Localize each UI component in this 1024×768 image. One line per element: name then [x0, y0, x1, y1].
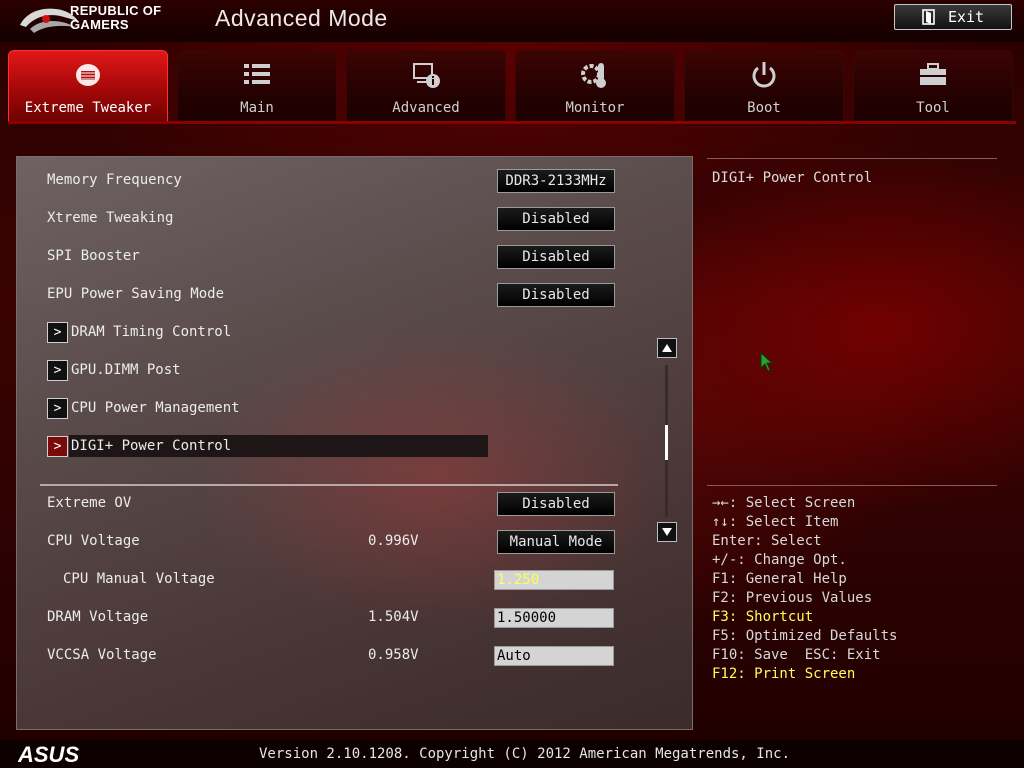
- key-hint-print-screen[interactable]: F12: Print Screen: [712, 665, 897, 684]
- tab-boot[interactable]: Boot: [684, 50, 844, 122]
- setting-label: Extreme OV: [47, 495, 132, 511]
- triangle-down-icon: [662, 528, 672, 536]
- vccsa-voltage-input[interactable]: Auto: [494, 646, 614, 666]
- chevron-right-icon: >: [47, 398, 68, 419]
- power-icon: [752, 62, 776, 88]
- exit-door-icon: [922, 9, 935, 25]
- list-icon: [244, 64, 270, 84]
- submenu-label: CPU Power Management: [71, 400, 240, 416]
- tweaker-icon: [76, 64, 100, 86]
- setting-label: CPU Voltage: [47, 533, 140, 549]
- submenu-label: GPU.DIMM Post: [71, 362, 181, 378]
- spi-booster-select[interactable]: Disabled: [497, 245, 615, 269]
- mouse-cursor-icon: [760, 352, 774, 372]
- chevron-right-icon: >: [47, 322, 68, 343]
- vccsa-voltage-reading: 0.958V: [368, 647, 419, 663]
- help-divider-keys: [707, 485, 997, 486]
- setting-label: Memory Frequency: [47, 172, 182, 188]
- key-legend: →←: Select Screen ↑↓: Select Item Enter:…: [712, 494, 897, 684]
- cpu-manual-voltage-input[interactable]: 1.250: [494, 570, 614, 590]
- tab-advanced[interactable]: Advanced: [346, 50, 506, 122]
- chevron-right-icon: >: [47, 436, 68, 457]
- help-title: DIGI+ Power Control: [712, 170, 873, 186]
- version-text: Version 2.10.1208. Copyright (C) 2012 Am…: [259, 746, 791, 762]
- chevron-right-icon: >: [47, 360, 68, 381]
- tab-extreme-tweaker[interactable]: Extreme Tweaker: [8, 50, 168, 122]
- dram-voltage-reading: 1.504V: [368, 609, 419, 625]
- exit-label: Exit: [947, 8, 985, 26]
- tab-main[interactable]: Main: [177, 50, 337, 122]
- brand-line2: GAMERS: [70, 17, 129, 32]
- tab-label: Boot: [747, 100, 781, 116]
- cpu-voltage-reading: 0.996V: [368, 533, 419, 549]
- scroll-down-button[interactable]: [657, 522, 677, 542]
- key-hint: F10: Save ESC: Exit: [712, 647, 881, 663]
- header-bar: REPUBLIC OF GAMERS Advanced Mode Exit: [0, 0, 1024, 42]
- thermometer-gear-icon: [581, 63, 606, 88]
- key-hint: Enter: Select: [712, 533, 822, 549]
- setting-label: Xtreme Tweaking: [47, 210, 174, 226]
- scrollbar-thumb[interactable]: [665, 425, 668, 460]
- tab-monitor[interactable]: Monitor: [515, 50, 675, 122]
- triangle-up-icon: [662, 344, 672, 352]
- brand-text: REPUBLIC OF GAMERS: [70, 4, 161, 32]
- key-hint: F2: Previous Values: [712, 590, 873, 606]
- cpu-voltage-mode-select[interactable]: Manual Mode: [497, 530, 615, 554]
- setting-label: CPU Manual Voltage: [63, 571, 215, 587]
- help-divider-top: [707, 158, 997, 159]
- exit-button[interactable]: Exit: [894, 4, 1012, 30]
- xtreme-tweaking-select[interactable]: Disabled: [497, 207, 615, 231]
- tab-label: Main: [240, 100, 274, 116]
- mode-title: Advanced Mode: [215, 5, 388, 31]
- submenu-label: DIGI+ Power Control: [71, 438, 232, 454]
- key-hint: +/-: Change Opt.: [712, 552, 847, 568]
- memory-frequency-select[interactable]: DDR3-2133MHz: [497, 169, 615, 193]
- setting-label: EPU Power Saving Mode: [47, 286, 225, 302]
- key-hint: F5: Optimized Defaults: [712, 628, 898, 644]
- asus-logo-text: ASUS: [18, 743, 79, 765]
- epu-power-saving-select[interactable]: Disabled: [497, 283, 615, 307]
- key-hint: ↑↓: Select Item: [712, 514, 839, 530]
- key-hint: →←: Select Screen: [712, 495, 856, 511]
- submenu-label: DRAM Timing Control: [71, 324, 232, 340]
- setting-label: DRAM Voltage: [47, 609, 149, 625]
- extreme-ov-select[interactable]: Disabled: [497, 492, 615, 516]
- section-divider: [40, 484, 618, 486]
- tab-tool[interactable]: Tool: [853, 50, 1013, 122]
- scroll-up-button[interactable]: [657, 338, 677, 358]
- dram-voltage-input[interactable]: 1.50000: [494, 608, 614, 628]
- setting-label: VCCSA Voltage: [47, 647, 157, 663]
- setting-label: SPI Booster: [47, 248, 140, 264]
- asus-logo-icon: ASUS: [18, 743, 79, 765]
- tab-label: Tool: [916, 100, 950, 116]
- tab-label: Monitor: [565, 100, 625, 116]
- tab-label: Advanced: [392, 100, 460, 116]
- brand-line1: REPUBLIC OF: [70, 3, 162, 18]
- tab-underline: [8, 121, 1016, 124]
- key-hint: F1: General Help: [712, 571, 847, 587]
- key-hint-shortcut[interactable]: F3: Shortcut: [712, 608, 897, 627]
- advanced-info-icon: [413, 63, 440, 88]
- tab-label: Extreme Tweaker: [24, 100, 152, 116]
- toolbox-icon: [920, 63, 946, 85]
